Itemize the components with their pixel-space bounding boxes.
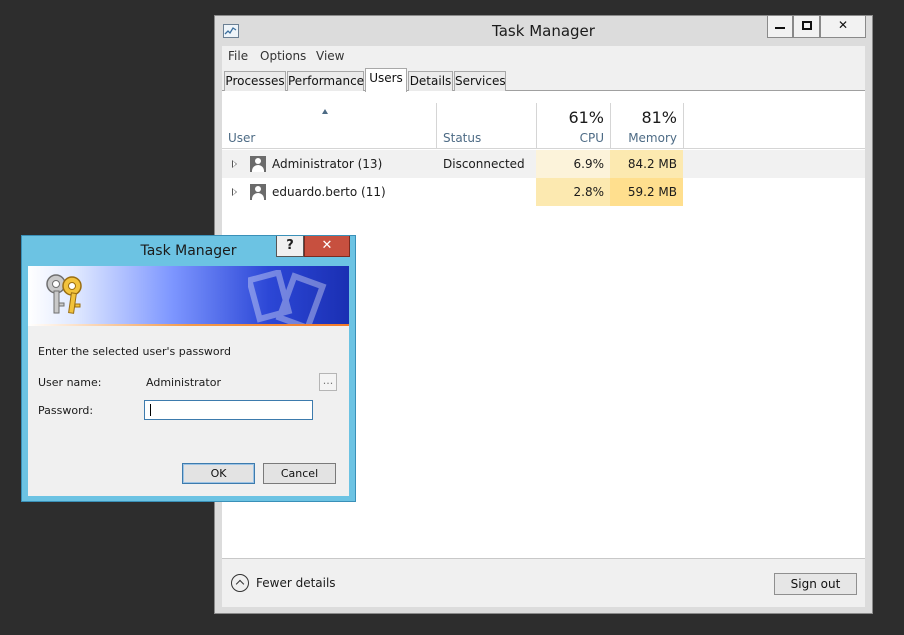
help-button[interactable]: ? bbox=[276, 236, 304, 257]
menu-view[interactable]: View bbox=[316, 49, 344, 63]
user-status: Disconnected bbox=[443, 157, 525, 171]
maximize-button[interactable] bbox=[793, 16, 820, 38]
sign-out-button[interactable]: Sign out bbox=[774, 573, 857, 595]
table-row[interactable]: Administrator (13) Disconnected 6.9% 84.… bbox=[222, 150, 865, 178]
tab-users[interactable]: Users bbox=[365, 68, 407, 92]
memory-cell: 84.2 MB bbox=[610, 150, 683, 178]
password-field[interactable] bbox=[144, 400, 313, 420]
column-divider[interactable] bbox=[683, 103, 684, 149]
expand-icon[interactable] bbox=[232, 188, 237, 196]
cancel-button[interactable]: Cancel bbox=[263, 463, 336, 484]
dialog-title: Task Manager bbox=[140, 243, 237, 259]
keys-icon bbox=[46, 274, 82, 314]
sort-up-icon bbox=[322, 109, 328, 114]
close-button[interactable]: ✕ bbox=[820, 16, 866, 38]
expand-icon[interactable] bbox=[232, 160, 237, 168]
help-icon: ? bbox=[286, 238, 294, 253]
table-row[interactable]: eduardo.berto (11) 2.8% 59.2 MB bbox=[222, 178, 865, 206]
tab-services[interactable]: Services bbox=[454, 71, 506, 91]
banner-accent-line bbox=[28, 324, 349, 326]
dialog-banner bbox=[28, 266, 349, 326]
close-icon: ✕ bbox=[321, 238, 333, 253]
menu-options[interactable]: Options bbox=[260, 49, 306, 63]
tab-performance[interactable]: Performance bbox=[287, 71, 364, 91]
fewer-details-link[interactable]: Fewer details bbox=[256, 576, 336, 590]
tab-processes[interactable]: Processes bbox=[224, 71, 286, 91]
memory-cell: 59.2 MB bbox=[610, 178, 683, 206]
column-cpu[interactable]: CPU bbox=[536, 131, 604, 145]
password-dialog: Task Manager ? ✕ Enter the selected user… bbox=[21, 235, 356, 502]
password-label: Password: bbox=[38, 404, 94, 417]
minimize-button[interactable] bbox=[767, 16, 793, 38]
banner-decoration bbox=[248, 270, 327, 326]
menu-bar: File Options View bbox=[222, 46, 865, 66]
dialog-body: Enter the selected user's password User … bbox=[28, 266, 349, 496]
column-status[interactable]: Status bbox=[443, 131, 481, 145]
column-user[interactable]: User bbox=[228, 131, 255, 145]
column-headers: User Status 61% CPU 81% Memory bbox=[222, 91, 865, 149]
chevron-up-circle-icon[interactable] bbox=[231, 574, 249, 592]
user-icon bbox=[250, 184, 266, 200]
tab-bar: Processes Performance Users Details Serv… bbox=[222, 66, 865, 92]
cpu-cell: 6.9% bbox=[536, 150, 610, 178]
minimize-icon bbox=[775, 26, 785, 29]
dialog-close-button[interactable]: ✕ bbox=[304, 236, 350, 257]
browse-user-button[interactable]: ... bbox=[319, 373, 337, 391]
username-label: User name: bbox=[38, 376, 102, 389]
cpu-cell: 2.8% bbox=[536, 178, 610, 206]
close-icon: ✕ bbox=[837, 18, 849, 32]
text-cursor bbox=[150, 404, 151, 416]
title-bar[interactable]: Task Manager ✕ bbox=[215, 16, 872, 46]
column-divider[interactable] bbox=[436, 103, 437, 149]
user-name: Administrator (13) bbox=[272, 157, 383, 171]
user-icon bbox=[250, 156, 266, 172]
tab-details[interactable]: Details bbox=[408, 71, 453, 91]
username-value: Administrator bbox=[146, 376, 221, 389]
menu-file[interactable]: File bbox=[228, 49, 248, 63]
password-prompt: Enter the selected user's password bbox=[38, 345, 231, 358]
maximize-icon bbox=[801, 21, 812, 30]
status-footer: Fewer details Sign out bbox=[222, 558, 865, 607]
cpu-total[interactable]: 61% bbox=[536, 108, 604, 127]
memory-total[interactable]: 81% bbox=[610, 108, 677, 127]
user-name: eduardo.berto (11) bbox=[272, 185, 386, 199]
ok-button[interactable]: OK bbox=[182, 463, 255, 484]
column-memory[interactable]: Memory bbox=[610, 131, 677, 145]
